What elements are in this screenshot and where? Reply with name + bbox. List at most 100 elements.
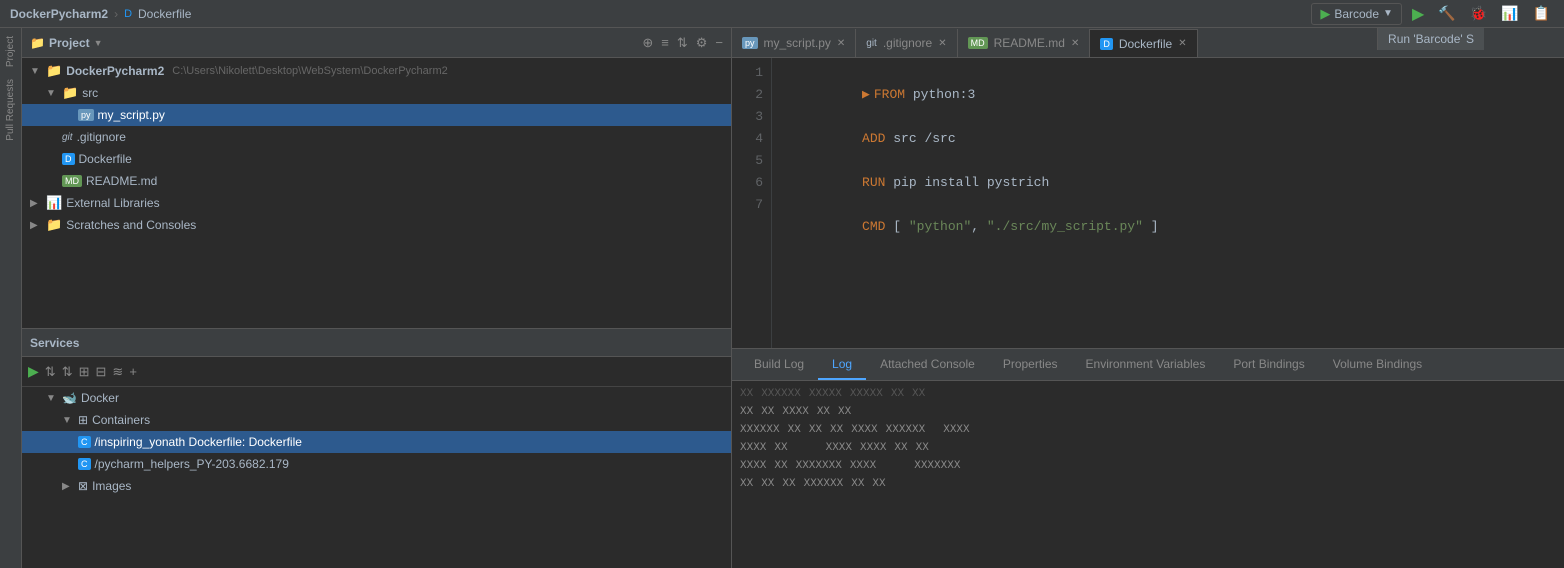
tree-item-src[interactable]: ▼ 📁 src [22,82,731,104]
service-item-container2[interactable]: C /pycharm_helpers_PY-203.6682.179 [22,453,731,475]
code-line-7: CMD [ "python", "./src/my_script.py" ] [784,194,1552,216]
side-strip-project[interactable]: Project [3,32,18,71]
tab-py-icon: py [742,37,758,49]
tab-dockerfile-label: Dockerfile [1119,37,1172,51]
project-panel: 📁 Project ▼ ⊕ ≡ ⇅ ⚙ − ▼ 📁 DockerPycharm2… [22,28,732,568]
tab-gitignore[interactable]: git .gitignore ✕ [856,29,957,57]
editor-content-area: 1 2 3 4 5 6 7 ▶FROM python:3 ADD src /sr… [732,58,1564,348]
side-strip-requests[interactable]: Pull Requests [3,75,18,145]
bottom-panel: Build Log Log Attached Console Propertie… [732,348,1564,568]
images-expand-icon: ▶ [62,481,74,492]
from-arg: python:3 [913,87,975,102]
run-config-button[interactable]: ▶ Barcode ▼ [1311,3,1402,25]
log-line-header: XXXXXXXXXXXXXXXXXXXXXX [740,385,1556,403]
services-content: ▼ 🐋 Docker ▼ ⊞ Containers C /inspiring_y… [22,387,731,497]
coverage-button[interactable]: 📋 [1529,3,1554,24]
locate-icon[interactable]: ⊕ [642,35,653,51]
services-filter-icon[interactable]: ⊟ [96,364,107,380]
title-bar: DockerPycharm2 › D Dockerfile ▶ Barcode … [0,0,1564,28]
tab-port-bindings[interactable]: Port Bindings [1219,350,1318,380]
tree-item-gitignore[interactable]: git .gitignore [22,126,731,148]
build-button[interactable]: 🔨 [1434,3,1459,24]
tree-item-myscript[interactable]: py my_script.py [22,104,731,126]
project-toolbar-icons: ⊕ ≡ ⇅ ⚙ − [642,35,723,51]
line-num-4: 4 [732,128,763,150]
tab-log[interactable]: Log [818,350,866,380]
py-file-icon: py [78,109,94,121]
kw-run: RUN [862,175,893,190]
tab-properties[interactable]: Properties [989,350,1072,380]
tab-attached-console[interactable]: Attached Console [866,350,989,380]
line-num-6: 6 [732,172,763,194]
tab-gitignore-close[interactable]: ✕ [938,38,946,49]
tree-item-extlibs[interactable]: ▶ 📊 External Libraries [22,192,731,214]
service-item-container1[interactable]: C /inspiring_yonath Dockerfile: Dockerfi… [22,431,731,453]
tree-item-root[interactable]: ▼ 📁 DockerPycharm2 C:\Users\Nikolett\Des… [22,60,731,82]
expand-ext-icon: ▶ [30,198,42,209]
services-toolbar-icon3[interactable]: ⊞ [79,364,90,380]
title-bar-right: ▶ Barcode ▼ ▶ 🔨 🐞 📊 📋 [1311,2,1554,26]
tab-build-log[interactable]: Build Log [740,350,818,380]
cmd-comma: , [971,219,987,234]
collapse-src-icon: ▼ [46,88,58,99]
project-title: 📁 Project ▼ [30,36,103,50]
ext-folder-icon: 📊 [46,195,62,211]
project-name: DockerPycharm2 [10,7,108,21]
line-num-1: 1 [732,62,763,84]
expand-all-icon[interactable]: ⇅ [677,35,688,51]
settings-icon[interactable]: ⚙ [696,35,708,51]
tab-env-vars[interactable]: Environment Variables [1072,350,1220,380]
services-toolbar-icon2[interactable]: ⇅ [62,364,73,380]
debug-button[interactable]: 🐞 [1466,3,1491,24]
tab-dockerfile-close[interactable]: ✕ [1178,38,1186,49]
services-sort-icon[interactable]: ≋ [112,364,123,380]
tree-path: C:\Users\Nikolett\Desktop\WebSystem\Dock… [172,65,448,77]
containers-collapse-icon: ▼ [62,415,74,426]
services-section: Services ▶ ⇅ ⇅ ⊞ ⊟ ≋ + ▼ 🐋 Docker [22,328,731,568]
tab-myscript-close[interactable]: ✕ [837,38,845,49]
log-line-2: XXXXXXXXXXXXXXXXXXXXXXXXXX [740,421,1556,439]
tree-label-readme: README.md [86,174,157,188]
tree-item-dockerfile[interactable]: D Dockerfile [22,148,731,170]
run-button[interactable]: ▶ [1408,2,1428,26]
tree-item-scratches[interactable]: ▶ 📁 Scratches and Consoles [22,214,731,236]
docker-file-icon: D [62,153,75,165]
service-item-docker[interactable]: ▼ 🐋 Docker [22,387,731,409]
tab-docker-icon: D [1100,38,1113,50]
git-file-icon: git [62,132,73,143]
containers-icon: ⊞ [78,413,88,427]
service-item-images[interactable]: ▶ ⊠ Images [22,475,731,497]
services-toolbar-icon1[interactable]: ⇅ [45,364,56,380]
title-sep: › [114,7,118,21]
service-label-images: Images [92,479,131,493]
collapse-all-icon[interactable]: ≡ [661,35,669,50]
code-area[interactable]: ▶FROM python:3 ADD src /src RUN pip inst… [772,58,1564,348]
services-add-icon[interactable]: + [129,364,137,379]
tree-label-myscript: my_script.py [98,108,165,122]
cmd-bracket-close: ] [1143,219,1159,234]
line-num-3: 3 [732,106,763,128]
tab-readme[interactable]: MD README.md ✕ [958,29,1091,57]
container2-icon: C [78,458,91,470]
service-item-containers[interactable]: ▼ ⊞ Containers [22,409,731,431]
code-line-5: RUN pip install pystrich [784,150,1552,172]
log-line-4: XXXXXXXXXXXXXXXXXXXXXXXX [740,457,1556,475]
tab-dockerfile[interactable]: D Dockerfile ✕ [1090,29,1197,57]
services-toolbar: ▶ ⇅ ⇅ ⊞ ⊟ ≋ + [22,357,731,387]
md-file-icon: MD [62,175,82,187]
profile-button[interactable]: 📊 [1497,3,1522,24]
close-panel-icon[interactable]: − [715,35,723,50]
code-line-3: ADD src /src [784,106,1552,128]
collapse-icon: ▼ [30,66,42,77]
tab-readme-close[interactable]: ✕ [1071,38,1079,49]
tab-gitignore-label: .gitignore [883,36,932,50]
bottom-content: XXXXXXXXXXXXXXXXXXXXXX XXXXXXXXXXXX XXXX… [732,381,1564,568]
tab-volume-bindings[interactable]: Volume Bindings [1319,350,1436,380]
tab-myscript[interactable]: py my_script.py ✕ [732,29,856,57]
services-run-icon[interactable]: ▶ [28,363,39,380]
service-label-container2: /pycharm_helpers_PY-203.6682.179 [95,457,289,471]
tree-label-extlibs: External Libraries [66,196,159,210]
folder-icon: 📁 [46,63,62,79]
log-line-3: XXXXXXXXXXXXXXXXXX [740,439,1556,457]
tree-item-readme[interactable]: MD README.md [22,170,731,192]
